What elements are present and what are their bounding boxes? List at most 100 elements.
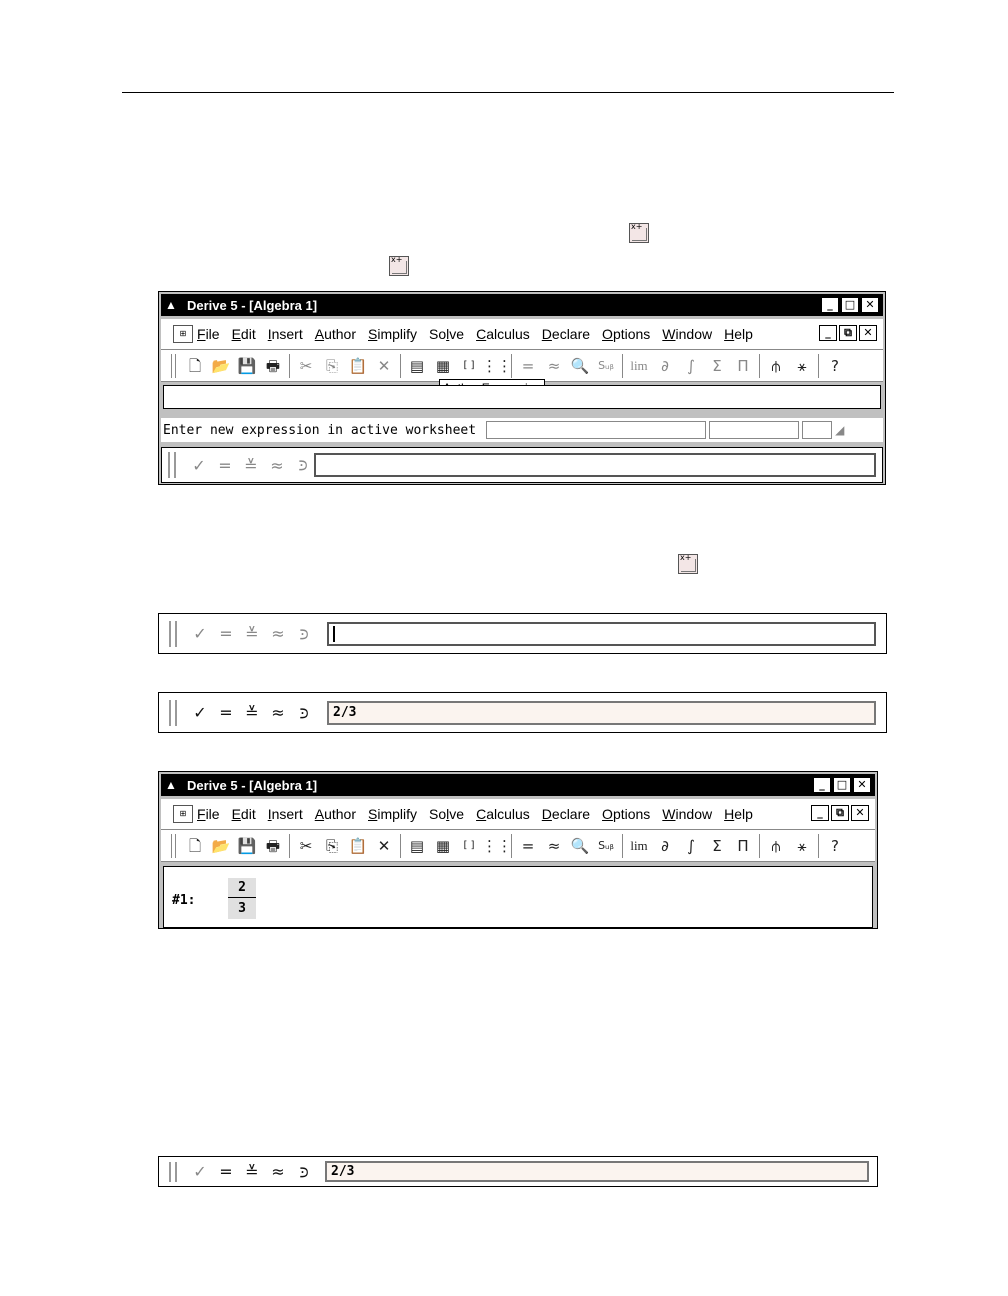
approximate-icon[interactable]: ≈: [541, 354, 567, 378]
plot-3d-icon[interactable]: ⚹: [789, 834, 815, 858]
save-icon[interactable]: 💾: [234, 834, 260, 858]
product-icon[interactable]: Π: [730, 354, 756, 378]
expression-input[interactable]: 2/3: [325, 1161, 869, 1182]
simplify-icon[interactable]: =: [213, 1162, 239, 1181]
document-icon[interactable]: ⊞: [173, 325, 193, 343]
open-icon[interactable]: 📂: [208, 354, 234, 378]
approx-equal-icon[interactable]: ≚: [238, 456, 264, 475]
menu-item[interactable]: Help: [724, 326, 753, 342]
open-icon[interactable]: 📂: [208, 834, 234, 858]
paste-icon[interactable]: 📋: [345, 834, 371, 858]
menu-item[interactable]: Options: [602, 806, 650, 822]
fraction-expression[interactable]: 2 3: [228, 878, 256, 919]
document-icon[interactable]: ⊞: [173, 805, 193, 823]
maximize-button[interactable]: □: [833, 777, 851, 793]
menu-item[interactable]: Edit: [232, 326, 256, 342]
plot-2d-icon[interactable]: ⫛: [763, 354, 789, 378]
expression-input[interactable]: [314, 453, 876, 477]
expand-icon[interactable]: 🔍: [567, 834, 593, 858]
integral-icon[interactable]: ∫: [678, 834, 704, 858]
resize-grip-icon[interactable]: ◢: [835, 423, 844, 437]
doc-minimize-button[interactable]: _: [819, 325, 837, 341]
author-matrix-icon[interactable]: ⋮⋮: [482, 834, 512, 858]
menu-item[interactable]: File: [197, 326, 220, 342]
menu-item[interactable]: Edit: [232, 806, 256, 822]
minimize-button[interactable]: _: [821, 297, 839, 313]
copy-icon[interactable]: ⎘: [319, 354, 345, 378]
print-icon[interactable]: 🖶: [260, 834, 286, 858]
author-vector-icon[interactable]: [ ]: [456, 354, 482, 378]
product-icon[interactable]: Π: [730, 834, 756, 858]
integral-icon[interactable]: ∫: [678, 354, 704, 378]
approximate-icon[interactable]: ≈: [265, 1162, 291, 1181]
simplify-icon[interactable]: =: [515, 354, 541, 378]
limit-icon[interactable]: lim: [626, 354, 652, 378]
substitute-icon[interactable]: Sᵤᵦ: [593, 834, 619, 858]
save-icon[interactable]: 💾: [234, 354, 260, 378]
derivative-icon[interactable]: ∂: [652, 834, 678, 858]
menu-item[interactable]: Solve: [429, 806, 464, 822]
expand-icon[interactable]: ⪾: [291, 624, 317, 644]
doc-restore-button[interactable]: ⧉: [839, 325, 857, 341]
menu-item[interactable]: Simplify: [368, 806, 417, 822]
delete-icon[interactable]: ✕: [371, 834, 397, 858]
expression-input[interactable]: [327, 622, 876, 646]
delete-icon[interactable]: ✕: [371, 354, 397, 378]
menu-item[interactable]: Insert: [268, 806, 303, 822]
menu-item[interactable]: File: [197, 806, 220, 822]
approx-equal-icon[interactable]: ≚: [239, 1162, 265, 1181]
close-button[interactable]: ✕: [853, 777, 871, 793]
doc-restore-button[interactable]: ⧉: [831, 805, 849, 821]
approximate-icon[interactable]: ≈: [541, 834, 567, 858]
expression-input[interactable]: 2/3: [327, 701, 876, 725]
menu-item[interactable]: Author: [315, 806, 356, 822]
entry-grip[interactable]: [169, 699, 177, 726]
simplify-icon[interactable]: =: [213, 703, 239, 722]
entry-grip[interactable]: [168, 452, 176, 478]
simplify-icon[interactable]: =: [515, 834, 541, 858]
plot-2d-icon[interactable]: ⫛: [763, 834, 789, 858]
expand-icon[interactable]: ⪾: [291, 1162, 317, 1182]
menu-item[interactable]: Calculus: [476, 806, 530, 822]
substitute-icon[interactable]: Sᵤᵦ: [593, 354, 619, 378]
derivative-icon[interactable]: ∂: [652, 354, 678, 378]
sum-icon[interactable]: Σ: [704, 834, 730, 858]
approx-equal-icon[interactable]: ≚: [239, 624, 265, 643]
plot-3d-icon[interactable]: ⚹: [789, 354, 815, 378]
author-text-icon[interactable]: ▤: [404, 834, 430, 858]
maximize-button[interactable]: □: [841, 297, 859, 313]
doc-close-button[interactable]: ✕: [859, 325, 877, 341]
new-icon[interactable]: 🗋: [182, 834, 208, 858]
author-vector-icon[interactable]: [ ]: [456, 834, 482, 858]
cut-icon[interactable]: ✂: [293, 354, 319, 378]
author-text-icon[interactable]: ▤: [404, 354, 430, 378]
expand-icon[interactable]: 🔍: [567, 354, 593, 378]
approximate-icon[interactable]: ≈: [265, 703, 291, 722]
expand-icon[interactable]: ⪾: [291, 703, 317, 723]
author-expression-icon[interactable]: ▦: [430, 354, 456, 378]
author-matrix-icon[interactable]: ⋮⋮: [482, 354, 512, 378]
author-expression-icon[interactable]: ▦: [430, 834, 456, 858]
copy-icon[interactable]: ⎘: [319, 834, 345, 858]
simplify-icon[interactable]: =: [213, 624, 239, 643]
menu-item[interactable]: Help: [724, 806, 753, 822]
doc-minimize-button[interactable]: _: [811, 805, 829, 821]
menu-item[interactable]: Declare: [542, 806, 590, 822]
new-icon[interactable]: 🗋: [182, 354, 208, 378]
check-icon[interactable]: ✓: [186, 456, 212, 475]
approximate-icon[interactable]: ≈: [264, 456, 290, 475]
menu-item[interactable]: Author: [315, 326, 356, 342]
simplify-icon[interactable]: =: [212, 456, 238, 475]
help-icon[interactable]: ?: [822, 354, 848, 378]
menu-item[interactable]: Window: [662, 806, 712, 822]
toolbar-grip[interactable]: [171, 833, 176, 858]
sum-icon[interactable]: Σ: [704, 354, 730, 378]
check-icon[interactable]: ✓: [187, 703, 213, 722]
paste-icon[interactable]: 📋: [345, 354, 371, 378]
toolbar-grip[interactable]: [171, 353, 176, 378]
entry-grip[interactable]: [169, 1161, 177, 1182]
doc-close-button[interactable]: ✕: [851, 805, 869, 821]
menu-item[interactable]: Window: [662, 326, 712, 342]
menu-item[interactable]: Simplify: [368, 326, 417, 342]
approximate-icon[interactable]: ≈: [265, 624, 291, 643]
